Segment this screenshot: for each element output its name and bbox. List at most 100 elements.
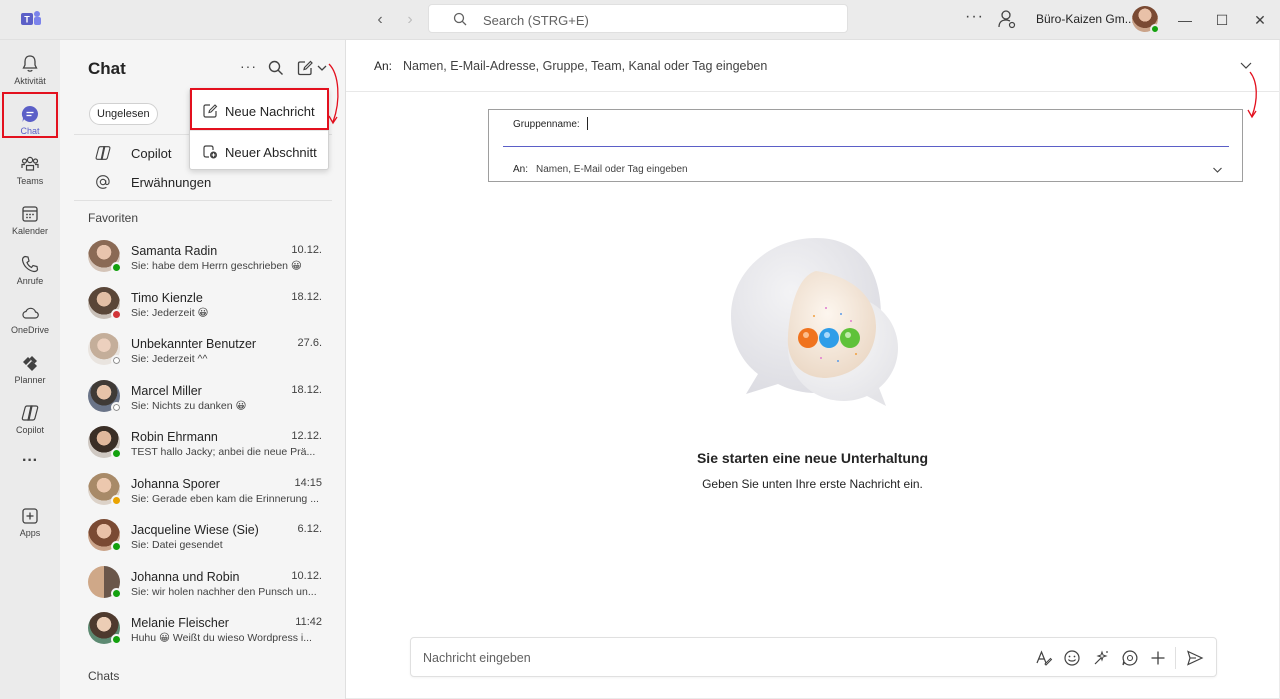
chat-row[interactable]: Jacqueline Wiese (Sie) Sie: Datei gesend…	[88, 517, 328, 561]
recipient-input[interactable]: Namen, E-Mail-Adresse, Gruppe, Team, Kan…	[403, 59, 767, 73]
chat-row[interactable]: Unbekannter Benutzer Sie: Jederzeit ^^ 2…	[88, 331, 328, 375]
copilot-icon	[21, 405, 39, 421]
send-icon[interactable]	[1186, 649, 1204, 667]
emoji-icon[interactable]	[1063, 649, 1081, 667]
chevron-down-icon[interactable]	[1212, 166, 1223, 174]
chat-preview: Sie: wir holen nachher den Punsch un...	[131, 586, 317, 598]
rail-label: Aktivität	[14, 76, 46, 86]
search-input[interactable]: Search (STRG+E)	[428, 4, 848, 33]
chat-row[interactable]: Samanta Radin Sie: habe dem Herrn geschr…	[88, 238, 328, 282]
teams-logo-icon[interactable]: T	[20, 9, 42, 29]
rail-item-calendar[interactable]: Kalender	[0, 196, 60, 244]
chat-list-title: Chat	[88, 59, 126, 78]
loop-icon[interactable]	[1121, 649, 1139, 667]
chat-highlight-frame	[2, 92, 58, 138]
presence-away-icon	[111, 495, 122, 506]
chats-header[interactable]: Chats	[88, 669, 119, 683]
minimize-icon[interactable]: —	[1175, 10, 1195, 30]
quick-item-mentions[interactable]: Erwähnungen	[94, 171, 294, 193]
user-avatar[interactable]	[1132, 6, 1160, 34]
person-settings-icon[interactable]	[998, 9, 1016, 29]
bell-icon	[22, 55, 38, 72]
rail-label: Planner	[14, 375, 46, 385]
more-options-icon[interactable]: ···	[965, 8, 984, 26]
sticker-icon[interactable]	[1092, 649, 1110, 667]
chat-row[interactable]: Melanie Fleischer Huhu 😀 Weißt du wieso …	[88, 610, 328, 654]
app-rail: Aktivität Chat Teams Kalender Anrufe One…	[0, 40, 60, 699]
chat-row[interactable]: Johanna Sporer Sie: Gerade eben kam die …	[88, 471, 328, 515]
chat-search-icon[interactable]	[267, 59, 285, 77]
organization-name[interactable]: Büro-Kaizen Gm...	[1036, 12, 1135, 26]
rail-item-calls[interactable]: Anrufe	[0, 246, 60, 294]
annotation-arrow-icon	[1247, 71, 1257, 119]
rail-more-apps[interactable]: ···	[0, 448, 60, 478]
presence-available-icon	[111, 588, 122, 599]
add-icon[interactable]	[1149, 649, 1167, 667]
chat-name: Marcel Miller	[131, 384, 202, 398]
rail-label: Apps	[19, 528, 41, 538]
chat-preview: TEST hallo Jacky; anbei die neue Prä...	[131, 446, 316, 458]
chat-name: Unbekannter Benutzer	[131, 337, 257, 351]
chat-time: 10.12.	[291, 570, 322, 582]
recipient-bar: An: Namen, E-Mail-Adresse, Gruppe, Team,…	[346, 40, 1279, 92]
menu-item-new-section[interactable]: Neuer Abschnitt	[190, 132, 328, 170]
back-arrow-icon[interactable]: ‹	[370, 10, 390, 30]
chat-time: 12.12.	[291, 430, 322, 442]
message-compose-box[interactable]: Nachricht eingeben	[410, 637, 1217, 677]
group-name-label: Gruppenname:	[513, 119, 580, 130]
filter-unread-chip[interactable]: Ungelesen	[89, 103, 158, 125]
presence-offline-icon	[111, 402, 122, 413]
rail-item-activity[interactable]: Aktivität	[0, 46, 60, 94]
quick-item-label: Erwähnungen	[131, 175, 212, 190]
chat-preview: Sie: Datei gesendet	[131, 539, 223, 551]
rail-item-copilot[interactable]: Copilot	[0, 395, 60, 443]
rail-item-apps[interactable]: Apps	[0, 498, 60, 546]
chat-preview: Sie: habe dem Herrn geschrieben 😀	[131, 260, 302, 272]
new-chat-icon[interactable]	[296, 59, 314, 77]
chat-time: 27.6.	[297, 337, 322, 349]
menu-divider	[190, 130, 328, 131]
group-name-input[interactable]	[587, 117, 588, 130]
rail-item-onedrive[interactable]: OneDrive	[0, 295, 60, 343]
favorites-header[interactable]: Favoriten	[88, 211, 138, 225]
forward-arrow-icon[interactable]: ›	[400, 10, 420, 30]
chat-row[interactable]: Timo Kienzle Sie: Jederzeit 😀 18.12.	[88, 285, 328, 329]
chat-time: 18.12.	[291, 384, 322, 396]
chat-row[interactable]: Marcel Miller Sie: Nichts zu danken 😀 18…	[88, 378, 328, 422]
format-text-icon[interactable]	[1035, 649, 1053, 667]
group-recipient-input[interactable]: Namen, E-Mail oder Tag eingeben	[536, 164, 688, 175]
chat-time: 14:15	[294, 477, 322, 489]
rail-label: Teams	[16, 176, 44, 186]
new-message-highlight-frame	[190, 88, 329, 130]
rail-item-planner[interactable]: Planner	[0, 345, 60, 393]
message-input[interactable]: Nachricht eingeben	[423, 651, 531, 665]
presence-available-icon	[111, 634, 122, 645]
chat-time: 6.12.	[297, 523, 322, 535]
presence-available-icon	[111, 262, 122, 273]
chat-name: Robin Ehrmann	[131, 430, 218, 444]
rail-label: Anrufe	[16, 276, 44, 286]
maximize-icon[interactable]: ☐	[1212, 10, 1232, 30]
chat-preview: Sie: Gerade eben kam die Erinnerung ...	[131, 493, 319, 505]
menu-item-label: Neuer Abschnitt	[225, 145, 317, 160]
quick-item-label: Copilot	[131, 146, 172, 161]
planner-icon	[23, 356, 37, 371]
new-section-icon	[203, 145, 217, 159]
to-label: An:	[374, 59, 393, 73]
group-name-underline	[503, 146, 1229, 147]
chat-preview: Sie: Jederzeit 😀	[131, 307, 209, 319]
chat-name: Johanna Sporer	[131, 477, 220, 491]
new-conversation-illustration	[731, 238, 898, 406]
chat-row[interactable]: Robin Ehrmann TEST hallo Jacky; anbei di…	[88, 424, 328, 468]
rail-item-teams[interactable]: Teams	[0, 146, 60, 194]
chat-more-options-icon[interactable]: ···	[240, 58, 257, 74]
chat-row[interactable]: Johanna und Robin Sie: wir holen nachher…	[88, 564, 328, 608]
chat-preview: Sie: Jederzeit ^^	[131, 353, 208, 365]
chat-name: Timo Kienzle	[131, 291, 203, 305]
chat-name: Johanna und Robin	[131, 570, 240, 584]
teams-icon	[21, 156, 39, 171]
close-icon[interactable]: ✕	[1250, 10, 1270, 30]
group-chat-form: Gruppenname: An: Namen, E-Mail oder Tag …	[488, 109, 1243, 182]
chat-preview: Huhu 😀 Weißt du wieso Wordpress i...	[131, 632, 312, 644]
divider	[74, 200, 332, 201]
